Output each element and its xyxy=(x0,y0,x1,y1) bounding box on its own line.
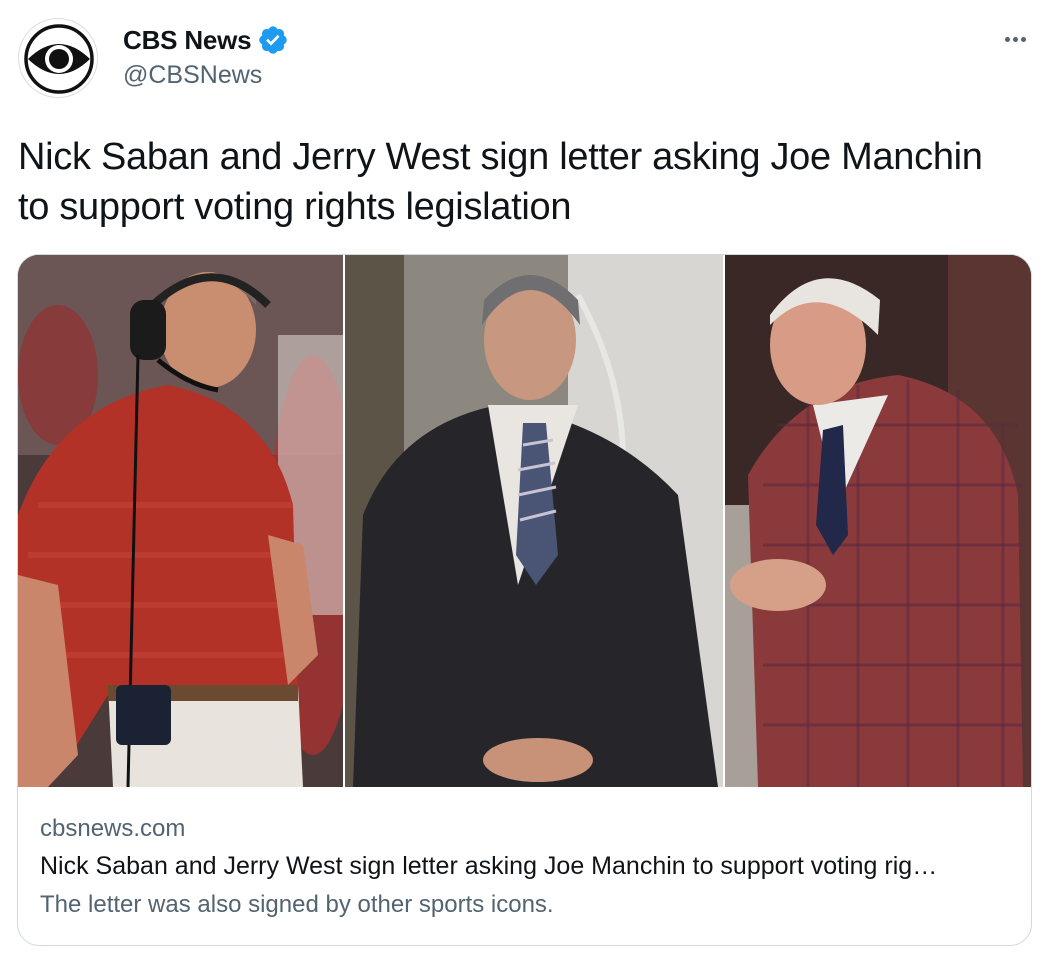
more-dot xyxy=(1012,36,1018,42)
photo-panel-right xyxy=(724,255,1031,787)
more-dot xyxy=(1004,36,1010,42)
author-name-row[interactable]: CBS News xyxy=(123,24,289,56)
photo-panel-middle xyxy=(344,255,724,787)
author-handle[interactable]: @CBSNews xyxy=(123,60,262,90)
author-display-name[interactable]: CBS News xyxy=(123,25,252,55)
link-preview-card[interactable]: cbsnews.com Nick Saban and Jerry West si… xyxy=(17,254,1032,946)
more-options-button[interactable] xyxy=(998,22,1032,56)
card-meta: cbsnews.com Nick Saban and Jerry West si… xyxy=(40,811,1009,925)
card-domain: cbsnews.com xyxy=(40,815,186,842)
cbs-eye-logo-icon xyxy=(21,21,97,97)
avatar[interactable] xyxy=(18,18,98,98)
tweet: CBS News @CBSNews Nick Saban and Jerry W… xyxy=(0,0,1052,966)
card-photo-collage xyxy=(18,255,1031,787)
verified-badge-icon xyxy=(257,24,289,56)
more-dot xyxy=(1020,36,1026,42)
photo-panel-left xyxy=(18,255,358,787)
card-title: Nick Saban and Jerry West sign letter as… xyxy=(40,852,938,880)
card-image[interactable] xyxy=(18,255,1031,787)
tweet-text: Nick Saban and Jerry West sign letter as… xyxy=(18,136,983,228)
card-description: The letter was also signed by other spor… xyxy=(40,891,554,918)
